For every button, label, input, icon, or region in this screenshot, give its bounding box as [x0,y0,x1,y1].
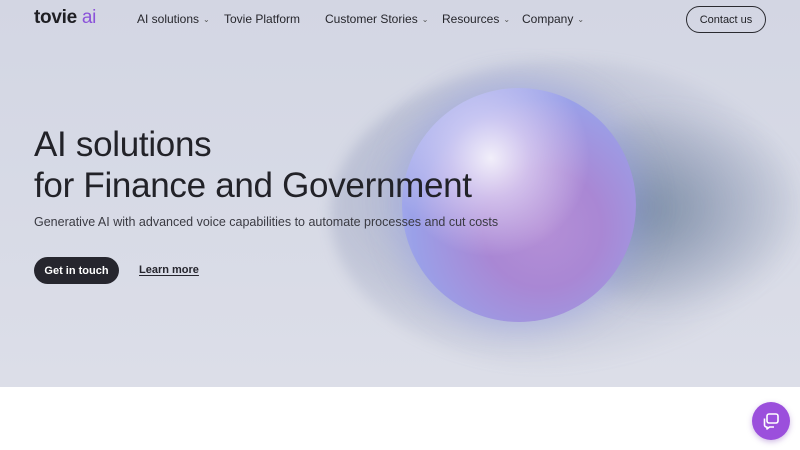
nav-item-label: Customer Stories [325,12,418,26]
hero-subheadline: Generative AI with advanced voice capabi… [34,215,499,229]
hero-headline: AI solutions for Finance and Government [34,124,472,206]
contact-us-button[interactable]: Contact us [686,6,766,33]
nav-item-ai-solutions[interactable]: AI solutions ⌄ [137,12,210,26]
nav-item-label: Tovie Platform [224,12,301,26]
chevron-down-icon: ⌄ [421,15,429,24]
logo-accent: ai [81,7,97,28]
logo-wordmark: tovie [34,7,77,28]
chevron-down-icon: ⌄ [577,15,585,24]
chat-bubble-icon [763,413,779,430]
nav-item-customer-stories[interactable]: Customer Stories ⌄ [325,12,428,26]
nav-item-label: Resources [442,12,500,26]
chat-widget-button[interactable] [752,402,790,440]
nav-item-label: Company [522,12,574,26]
hero-section: AI solutions for Finance and Government … [0,0,800,387]
nav-item-label: AI solutions [137,12,200,26]
headline-line-1: AI solutions [34,125,212,164]
nav-item-resources[interactable]: Resources ⌄ [442,12,510,26]
headline-line-2: for Finance and Government [34,166,472,205]
nav-item-tovie-platform[interactable]: Tovie Platform [224,12,300,26]
chevron-down-icon: ⌄ [203,15,210,24]
top-navigation: tovie ai AI solutions ⌄ Tovie Platform Cu… [0,0,800,38]
nav-item-company[interactable]: Company ⌄ [522,12,584,26]
learn-more-link[interactable]: Learn more [139,264,199,276]
chevron-down-icon: ⌄ [503,15,511,24]
tovie-ai-logo[interactable]: tovie ai [34,7,96,29]
get-in-touch-button[interactable]: Get in touch [34,257,119,284]
